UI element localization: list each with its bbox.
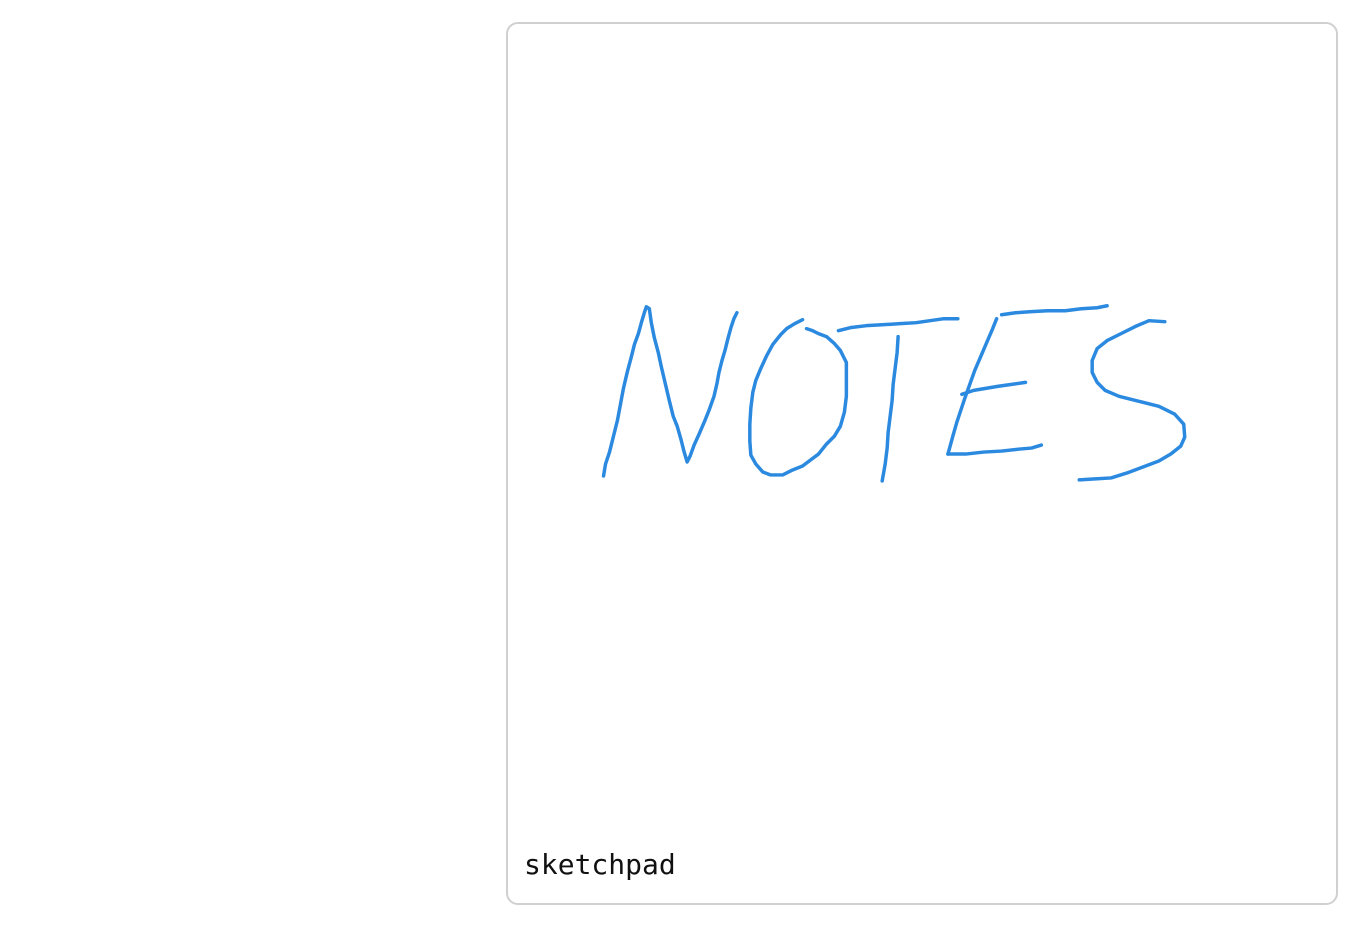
app-root: sketchpad (0, 0, 1366, 928)
drawing-canvas[interactable] (508, 24, 1336, 903)
stroke-s (1077, 318, 1187, 482)
stroke-t-bar (836, 316, 960, 333)
stroke-e-bottom (946, 443, 1044, 456)
sketchpad-panel: sketchpad (506, 22, 1338, 905)
stroke-o (748, 317, 849, 477)
stroke-n (601, 305, 739, 478)
notes-drawing (601, 304, 1187, 483)
sketchpad-label: sketchpad (524, 848, 676, 881)
stroke-e-top (999, 304, 1109, 317)
stroke-t-stem (880, 334, 900, 483)
